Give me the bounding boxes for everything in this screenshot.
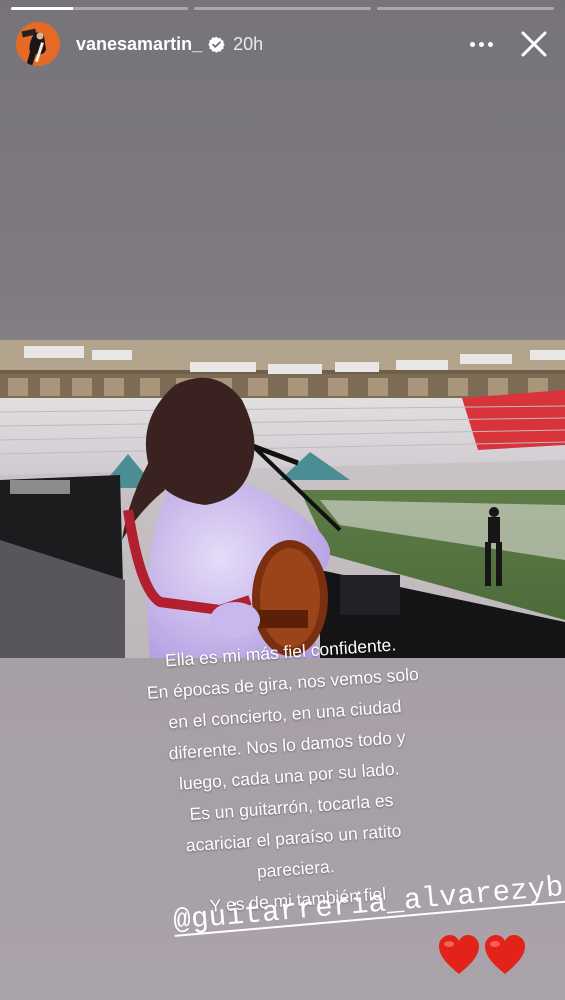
avatar[interactable] [16, 22, 60, 66]
post-time: 20h [233, 33, 264, 54]
username[interactable]: vanesamartin_ [76, 34, 202, 55]
story-progress-bar [11, 7, 554, 10]
story-viewer[interactable]: vanesamartin_ 20h Ella es mi más fiel co… [0, 0, 565, 1000]
heart-stickers [437, 934, 527, 976]
verified-badge-icon [208, 36, 225, 53]
progress-segment-3 [377, 7, 554, 10]
heart-icon [485, 935, 525, 974]
progress-segment-2 [194, 7, 371, 10]
heart-icon [439, 935, 479, 974]
story-header: vanesamartin_ 20h [16, 22, 549, 66]
more-options-icon[interactable] [470, 41, 493, 47]
concert-stage-photo [0, 340, 565, 658]
close-icon[interactable] [519, 29, 549, 59]
progress-segment-1 [11, 7, 188, 10]
